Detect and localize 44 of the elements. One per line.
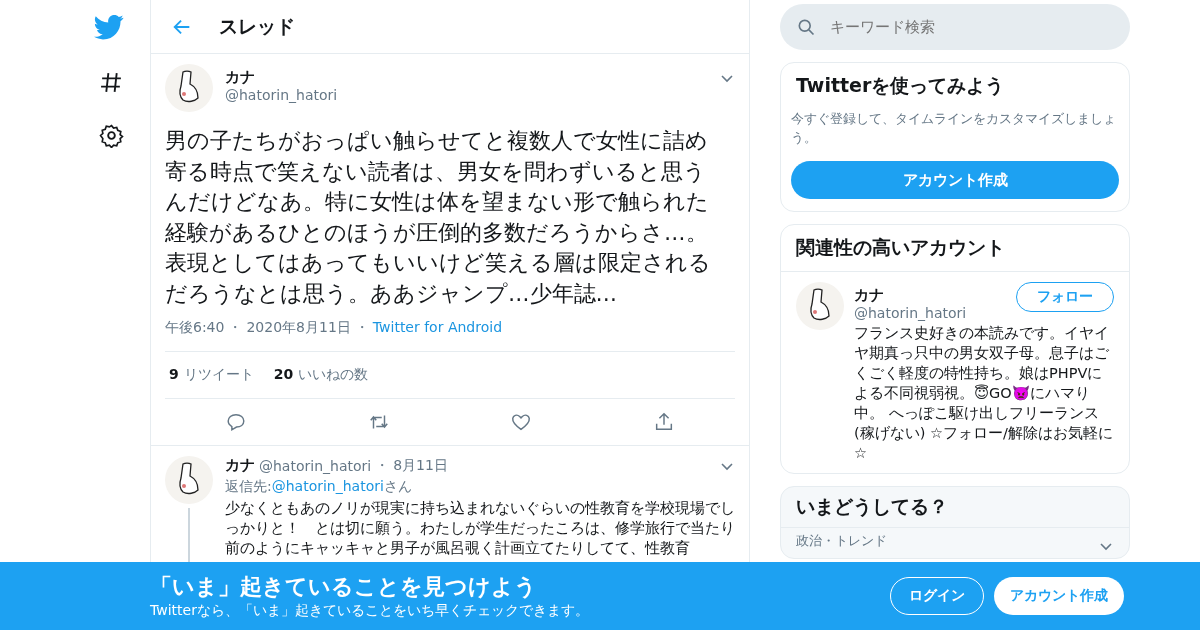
card-text: 今すぐ登録して、タイムラインをカスタマイズしましょう。 (791, 110, 1117, 147)
like-count[interactable]: 20 (273, 366, 294, 382)
tweet-text: 男の子たちがおっぱい触らせてと複数人で女性に詰め寄る時点で笑えない読者は、男女を問わずいると思うんだけどなあ。特に女性は体を望まない形で触られた経験があるひとのほうが圧倒的多数だろうからさ…。表現としてはあってもいいけど笑える層は限定されるだろうなとは思う。ああジャンプ…少年誌… (165, 127, 712, 308)
trend-category[interactable]: 政治・トレンド (796, 532, 887, 554)
user-name[interactable]: カナ (854, 286, 1016, 305)
bird-logo-icon[interactable] (94, 12, 124, 42)
user-handle[interactable]: @hatorin_hatori (225, 87, 707, 103)
tweet-time[interactable]: 午後6:40 (165, 319, 225, 337)
avatar[interactable] (165, 456, 213, 504)
tweet-date[interactable]: 2020年8月11日 (246, 319, 351, 337)
account-bio: フランス史好きの本読みです。イヤイヤ期真っ只中の男女双子母。息子はごくごく軽度の特性持ち。娘はPHPVによる不同視弱視。😇GO👿にハマり中。 へっぽこ駆け出しフリーランス(稼げない) ☆フォロー/解除はお気軽に☆ (854, 324, 1114, 463)
user-name[interactable]: カナ (225, 456, 255, 475)
follow-button[interactable]: フォロー (1016, 282, 1114, 312)
reply-to-suffix: さん (383, 478, 412, 494)
avatar[interactable] (165, 64, 213, 112)
search-icon (796, 17, 816, 37)
mention-link[interactable]: @hatorin_hatori (271, 478, 384, 494)
heart-icon[interactable] (510, 411, 533, 433)
like-label[interactable]: いいねの数 (298, 366, 369, 382)
source-link[interactable]: Twitter for Android (372, 319, 502, 337)
banner-title: 「いま」起きていることを見つけよう (150, 573, 538, 601)
user-handle[interactable]: @hatorin_hatori (854, 305, 1016, 321)
page-title: スレッド (219, 13, 295, 39)
user-name[interactable]: カナ (225, 68, 707, 87)
retweet-count[interactable]: 9 (169, 366, 179, 382)
signup-button[interactable]: アカウント作成 (994, 577, 1124, 615)
reply-date[interactable]: 8月11日 (393, 456, 448, 475)
avatar[interactable] (796, 282, 844, 330)
card-title: Twitterを使ってみよう (795, 73, 1006, 98)
banner-subtitle: Twitterなら、「いま」起きていることをいち早くチェックできます。 (150, 602, 589, 620)
hashtag-icon[interactable] (99, 70, 124, 95)
separator: ・ (228, 319, 243, 337)
settings-icon[interactable] (99, 123, 124, 148)
reply-to-label: 返信先: (225, 478, 272, 494)
card-title: いまどうしてる？ (795, 495, 948, 517)
separator: ・ (375, 456, 390, 475)
login-button[interactable]: ログイン (890, 577, 984, 615)
card-title: 関連性の高いアカウント (795, 236, 1005, 258)
user-handle[interactable]: @hatorin_hatori (259, 457, 372, 474)
separator: ・ (354, 319, 369, 337)
search-field[interactable]: キーワード検索 (780, 4, 1130, 50)
reply-text: 少なくともあのノリが現実に持ち込まれないぐらいの性教育を学校現場でしっかりと！ とは切に願う。わたしが学生だったころは、修学旅行で当たり前のようにキャッキャと男子が風呂覗く計画立てたりしてて、性教育 (225, 499, 735, 558)
signup-button[interactable]: アカウント作成 (791, 161, 1119, 199)
retweet-label[interactable]: リツイート (183, 366, 254, 382)
